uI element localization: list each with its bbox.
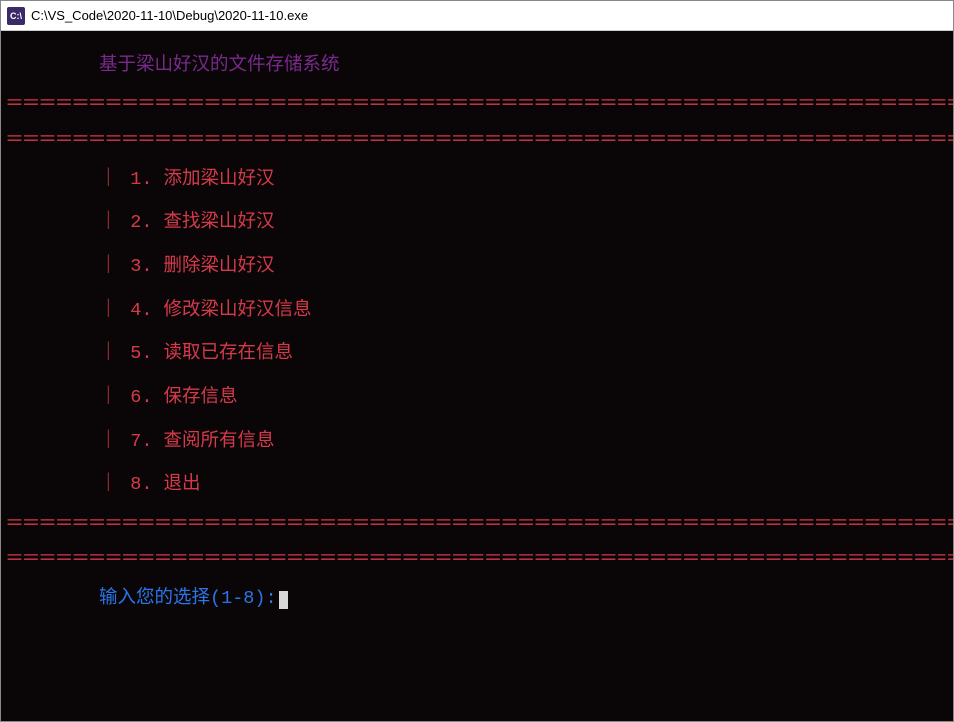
menu-bar: ｜ [99,387,108,409]
menu-bar: ｜ [99,256,108,278]
menu-item-7: ｜ 7. 查阅所有信息 [5,431,949,453]
menu-bar: ｜ [99,212,108,234]
separator-top-2: ＝＝＝＝＝＝＝＝＝＝＝＝＝＝＝＝＝＝＝＝＝＝＝＝＝＝＝＝＝＝＝＝＝＝＝＝＝＝＝＝… [5,134,949,147]
titlebar[interactable]: C:\ C:\VS_Code\2020-11-10\Debug\2020-11-… [1,1,953,31]
menu-bar: ｜ [99,169,108,191]
menu-item-4: ｜ 4. 修改梁山好汉信息 [5,300,949,322]
app-title: 基于梁山好汉的文件存储系统 [5,55,949,77]
cursor [279,591,288,609]
menu-bar: ｜ [99,343,108,365]
console-area[interactable]: 基于梁山好汉的文件存储系统 ＝＝＝＝＝＝＝＝＝＝＝＝＝＝＝＝＝＝＝＝＝＝＝＝＝＝… [1,31,953,721]
separator-top-1: ＝＝＝＝＝＝＝＝＝＝＝＝＝＝＝＝＝＝＝＝＝＝＝＝＝＝＝＝＝＝＝＝＝＝＝＝＝＝＝＝… [5,98,949,111]
input-prompt: 输入您的选择(1-8): [5,588,949,610]
separator-bottom-2: ＝＝＝＝＝＝＝＝＝＝＝＝＝＝＝＝＝＝＝＝＝＝＝＝＝＝＝＝＝＝＝＝＝＝＝＝＝＝＝＝… [5,553,949,566]
menu-item-6: ｜ 6. 保存信息 [5,387,949,409]
window-title: C:\VS_Code\2020-11-10\Debug\2020-11-10.e… [31,8,308,23]
menu-bar: ｜ [99,300,108,322]
menu-bar: ｜ [99,474,108,496]
menu-bar: ｜ [99,431,108,453]
app-window: C:\ C:\VS_Code\2020-11-10\Debug\2020-11-… [0,0,954,722]
menu-item-5: ｜ 5. 读取已存在信息 [5,343,949,365]
menu-item-1: ｜ 1. 添加梁山好汉 [5,169,949,191]
menu-item-8: ｜ 8. 退出 [5,474,949,496]
app-icon: C:\ [7,7,25,25]
menu-item-3: ｜ 3. 删除梁山好汉 [5,256,949,278]
separator-bottom-1: ＝＝＝＝＝＝＝＝＝＝＝＝＝＝＝＝＝＝＝＝＝＝＝＝＝＝＝＝＝＝＝＝＝＝＝＝＝＝＝＝… [5,518,949,531]
menu-item-2: ｜ 2. 查找梁山好汉 [5,212,949,234]
